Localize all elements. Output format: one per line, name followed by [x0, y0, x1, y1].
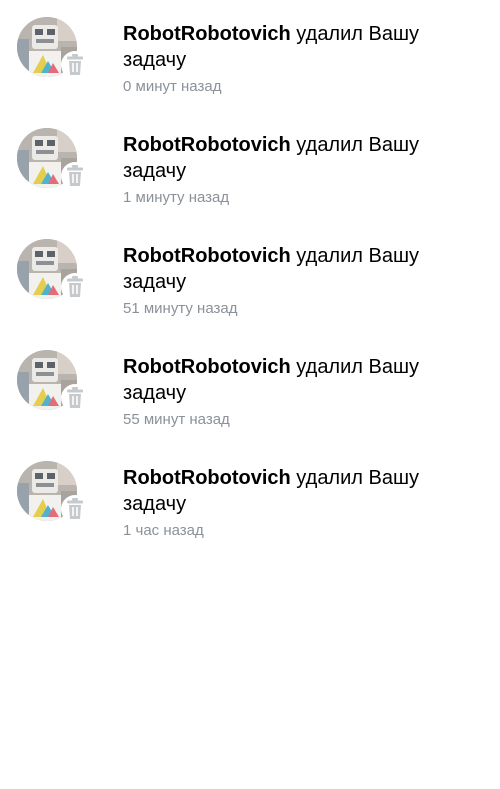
notification-item[interactable]: RobotRobotovich удалил Вашу задачу 1 мин… — [0, 128, 500, 239]
notification-text: RobotRobotovich удалил Вашу задачу 1 мин… — [123, 132, 463, 208]
avatar-container — [17, 350, 89, 414]
notification-message: RobotRobotovich удалил Вашу задачу — [123, 465, 463, 517]
notification-item[interactable]: RobotRobotovich удалил Вашу задачу 0 мин… — [0, 17, 500, 128]
trash-icon — [67, 54, 83, 75]
notification-text: RobotRobotovich удалил Вашу задачу 51 ми… — [123, 243, 463, 319]
trash-icon — [67, 387, 83, 408]
notification-item[interactable]: RobotRobotovich удалил Вашу задачу 51 ми… — [0, 239, 500, 350]
trash-badge — [61, 273, 89, 301]
notification-feed: RobotRobotovich удалил Вашу задачу 0 мин… — [0, 0, 500, 572]
username-link[interactable]: RobotRobotovich — [123, 23, 291, 45]
notification-item[interactable]: RobotRobotovich удалил Вашу задачу 1 час… — [0, 461, 500, 572]
notification-text: RobotRobotovich удалил Вашу задачу 55 ми… — [123, 354, 463, 430]
notification-item[interactable]: RobotRobotovich удалил Вашу задачу 55 ми… — [0, 350, 500, 461]
avatar-container — [17, 461, 89, 525]
trash-badge — [61, 51, 89, 79]
username-link[interactable]: RobotRobotovich — [123, 356, 291, 378]
timestamp: 51 минуту назад — [123, 300, 238, 317]
trash-badge — [61, 495, 89, 523]
username-link[interactable]: RobotRobotovich — [123, 467, 291, 489]
trash-badge — [61, 384, 89, 412]
timestamp: 1 час назад — [123, 522, 204, 539]
notification-message: RobotRobotovich удалил Вашу задачу — [123, 243, 463, 295]
trash-badge — [61, 162, 89, 190]
timestamp: 1 минуту назад — [123, 189, 230, 206]
trash-icon — [67, 165, 83, 186]
trash-icon — [67, 498, 83, 519]
timestamp: 0 минут назад — [123, 78, 222, 95]
username-link[interactable]: RobotRobotovich — [123, 245, 291, 267]
notification-message: RobotRobotovich удалил Вашу задачу — [123, 132, 463, 184]
trash-icon — [67, 276, 83, 297]
username-link[interactable]: RobotRobotovich — [123, 134, 291, 156]
notification-message: RobotRobotovich удалил Вашу задачу — [123, 354, 463, 406]
avatar-container — [17, 17, 89, 81]
notification-text: RobotRobotovich удалил Вашу задачу 1 час… — [123, 465, 463, 541]
notification-text: RobotRobotovich удалил Вашу задачу 0 мин… — [123, 21, 463, 97]
timestamp: 55 минут назад — [123, 411, 230, 428]
avatar-container — [17, 239, 89, 303]
notification-message: RobotRobotovich удалил Вашу задачу — [123, 21, 463, 73]
avatar-container — [17, 128, 89, 192]
